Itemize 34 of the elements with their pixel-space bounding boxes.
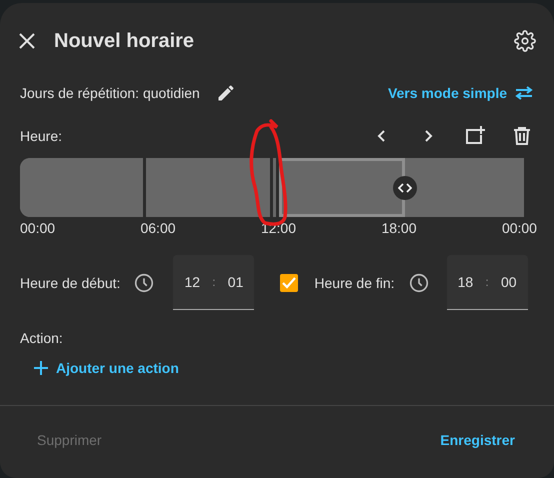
edit-button[interactable]	[216, 83, 236, 103]
swap-arrows-icon	[514, 86, 534, 100]
time-block[interactable]	[20, 158, 146, 217]
settings-button[interactable]	[514, 30, 536, 52]
time-tick-label: 00:00	[20, 220, 56, 236]
start-time-label: Heure de début:	[20, 274, 120, 290]
time-field[interactable]: 18 : 00	[446, 255, 528, 310]
save-button[interactable]: Enregistrer	[440, 432, 515, 448]
time-block[interactable]	[279, 158, 405, 217]
time-separator: :	[485, 275, 489, 289]
add-block-button[interactable]	[464, 125, 486, 147]
minutes-input[interactable]: 00	[498, 274, 519, 290]
simple-mode-link[interactable]: Vers mode simple	[388, 85, 534, 101]
time-tick-label: 06:00	[140, 220, 176, 236]
end-time-label: Heure de fin:	[314, 274, 395, 290]
minutes-input[interactable]: 01	[226, 274, 246, 290]
hours-input[interactable]: 12	[182, 274, 202, 290]
time-label: Heure:	[20, 128, 62, 144]
time-separator: :	[212, 275, 216, 289]
plus-icon	[33, 360, 49, 376]
end-time-checkbox[interactable]	[280, 274, 298, 292]
close-button[interactable]	[18, 32, 36, 50]
time-field[interactable]: 12 : 01	[173, 255, 254, 310]
clock-icon	[408, 272, 430, 294]
time-tick-label: 18:00	[381, 220, 416, 236]
dialog-title: Nouvel horaire	[54, 30, 196, 52]
repeat-days-label: Jours de répétition: quotidien	[20, 85, 200, 101]
delete-button[interactable]	[512, 126, 532, 146]
time-tick-label: 00:00	[502, 220, 537, 236]
time-track[interactable]	[20, 158, 527, 217]
clock-icon	[133, 272, 156, 294]
hours-input[interactable]: 18	[455, 274, 476, 290]
add-action-button[interactable]: Ajouter une action	[33, 360, 179, 376]
action-label: Action:	[20, 330, 63, 346]
